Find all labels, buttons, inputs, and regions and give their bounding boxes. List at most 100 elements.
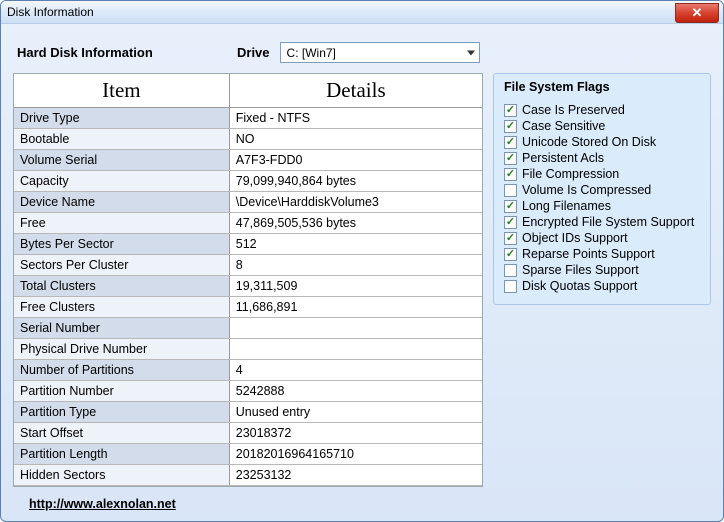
row-label: Drive Type (14, 108, 229, 129)
flag-label: Volume Is Compressed (522, 182, 651, 198)
col-header-item[interactable]: Item (14, 74, 229, 108)
flag-label: Long Filenames (522, 198, 611, 214)
table-row[interactable]: Number of Partitions4 (14, 360, 482, 381)
row-value: 19,311,509 (229, 276, 482, 297)
row-label: Sectors Per Cluster (14, 255, 229, 276)
row-label: Free Clusters (14, 297, 229, 318)
flag-label: Reparse Points Support (522, 246, 655, 262)
table-row[interactable]: Bytes Per Sector512 (14, 234, 482, 255)
flag-label: Case Sensitive (522, 118, 605, 134)
row-value: Unused entry (229, 402, 482, 423)
titlebar: Disk Information ✕ (1, 1, 723, 24)
flag-checkbox[interactable] (504, 120, 517, 133)
flag-checkbox[interactable] (504, 136, 517, 149)
table-row[interactable]: Volume SerialA7F3-FDD0 (14, 150, 482, 171)
flag-item: Persistent Acls (504, 150, 700, 166)
row-label: Device Name (14, 192, 229, 213)
row-value (229, 318, 482, 339)
flag-label: Case Is Preserved (522, 102, 625, 118)
table-row[interactable]: Start Offset23018372 (14, 423, 482, 444)
row-label: Capacity (14, 171, 229, 192)
footer: http://www.alexnolan.net (13, 487, 711, 515)
row-value: 512 (229, 234, 482, 255)
table-row[interactable]: Free47,869,505,536 bytes (14, 213, 482, 234)
col-header-details[interactable]: Details (229, 74, 482, 108)
row-value: \Device\HarddiskVolume3 (229, 192, 482, 213)
row-label: Partition Number (14, 381, 229, 402)
flag-item: Volume Is Compressed (504, 182, 700, 198)
topbar: Hard Disk Information Drive C: [Win7] (13, 34, 711, 73)
row-label: Partition Length (14, 444, 229, 465)
table-row[interactable]: Hidden Sectors23253132 (14, 465, 482, 486)
window-title: Disk Information (7, 5, 94, 19)
table-row[interactable]: Partition Number5242888 (14, 381, 482, 402)
row-label: Total Clusters (14, 276, 229, 297)
table-row[interactable]: Partition Length20182016964165710 (14, 444, 482, 465)
flag-checkbox[interactable] (504, 232, 517, 245)
drive-select-value: C: [Win7] (287, 46, 336, 60)
row-label: Physical Drive Number (14, 339, 229, 360)
row-value: 23253132 (229, 465, 482, 486)
flag-item: File Compression (504, 166, 700, 182)
row-value: 79,099,940,864 bytes (229, 171, 482, 192)
website-link[interactable]: http://www.alexnolan.net (29, 497, 176, 511)
row-value: 5242888 (229, 381, 482, 402)
flag-label: Encrypted File System Support (522, 214, 694, 230)
disk-info-table: Item Details Drive TypeFixed - NTFSBoota… (14, 74, 482, 486)
flag-checkbox[interactable] (504, 280, 517, 293)
flag-checkbox[interactable] (504, 184, 517, 197)
row-value: 4 (229, 360, 482, 381)
table-row[interactable]: Physical Drive Number (14, 339, 482, 360)
row-value (229, 339, 482, 360)
row-label: Hidden Sectors (14, 465, 229, 486)
row-label: Bytes Per Sector (14, 234, 229, 255)
flag-checkbox[interactable] (504, 248, 517, 261)
row-value: NO (229, 129, 482, 150)
table-row[interactable]: Free Clusters11,686,891 (14, 297, 482, 318)
hard-disk-info-label: Hard Disk Information (17, 45, 237, 60)
flags-title: File System Flags (504, 80, 700, 100)
window: Disk Information ✕ Hard Disk Information… (0, 0, 724, 522)
flag-label: Sparse Files Support (522, 262, 639, 278)
flag-item: Encrypted File System Support (504, 214, 700, 230)
table-row[interactable]: Serial Number (14, 318, 482, 339)
table-row[interactable]: Sectors Per Cluster8 (14, 255, 482, 276)
flag-label: Object IDs Support (522, 230, 628, 246)
flag-checkbox[interactable] (504, 264, 517, 277)
table-row[interactable]: Capacity79,099,940,864 bytes (14, 171, 482, 192)
flag-checkbox[interactable] (504, 104, 517, 117)
chevron-down-icon (467, 50, 475, 55)
row-value: 8 (229, 255, 482, 276)
row-label: Serial Number (14, 318, 229, 339)
flag-item: Case Is Preserved (504, 102, 700, 118)
row-value: 47,869,505,536 bytes (229, 213, 482, 234)
table-row[interactable]: BootableNO (14, 129, 482, 150)
drive-label: Drive (237, 45, 270, 60)
row-value: 23018372 (229, 423, 482, 444)
flag-checkbox[interactable] (504, 152, 517, 165)
table-row[interactable]: Device Name\Device\HarddiskVolume3 (14, 192, 482, 213)
flag-label: File Compression (522, 166, 619, 182)
flag-label: Disk Quotas Support (522, 278, 637, 294)
row-value: A7F3-FDD0 (229, 150, 482, 171)
row-label: Volume Serial (14, 150, 229, 171)
flag-checkbox[interactable] (504, 216, 517, 229)
flag-item: Disk Quotas Support (504, 278, 700, 294)
flag-checkbox[interactable] (504, 200, 517, 213)
table-row[interactable]: Partition TypeUnused entry (14, 402, 482, 423)
table-row[interactable]: Drive TypeFixed - NTFS (14, 108, 482, 129)
flag-checkbox[interactable] (504, 168, 517, 181)
flag-label: Persistent Acls (522, 150, 604, 166)
table-row[interactable]: Total Clusters19,311,509 (14, 276, 482, 297)
drive-select[interactable]: C: [Win7] (280, 42, 480, 63)
row-label: Start Offset (14, 423, 229, 444)
row-label: Number of Partitions (14, 360, 229, 381)
flag-item: Sparse Files Support (504, 262, 700, 278)
close-button[interactable]: ✕ (675, 3, 719, 23)
close-icon: ✕ (692, 5, 703, 21)
flag-item: Reparse Points Support (504, 246, 700, 262)
row-label: Partition Type (14, 402, 229, 423)
flag-item: Unicode Stored On Disk (504, 134, 700, 150)
row-label: Free (14, 213, 229, 234)
flag-item: Object IDs Support (504, 230, 700, 246)
